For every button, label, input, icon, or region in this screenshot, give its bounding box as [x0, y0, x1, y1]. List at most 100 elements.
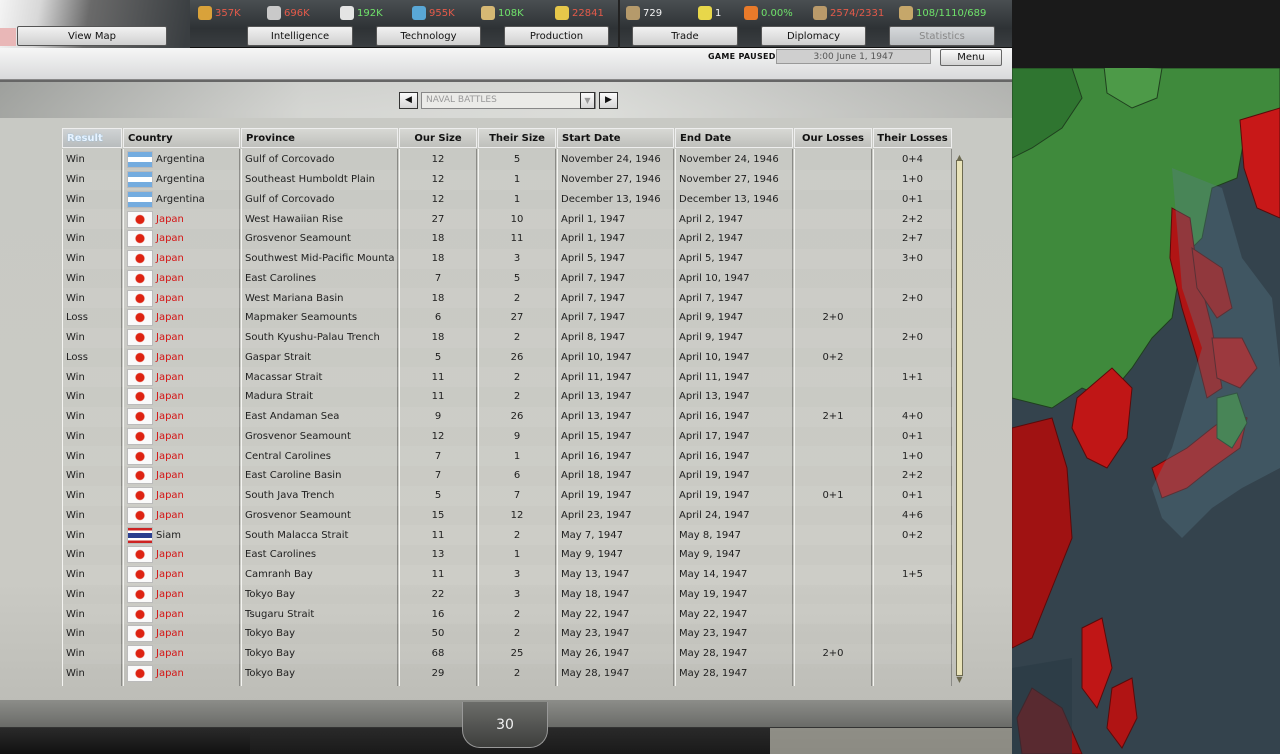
- country-cell: Japan: [127, 269, 238, 289]
- table-cell-start-date: April 13, 1947: [561, 411, 632, 423]
- tab-statistics[interactable]: Statistics: [889, 26, 995, 46]
- table-row[interactable]: Win Japan West Mariana Basin 18 2 April 7, 19…: [62, 288, 953, 308]
- table-row[interactable]: Win Japan Grosvenor Seamount 15 12 April 23, …: [62, 506, 953, 526]
- column-header-our-size[interactable]: Our Size: [399, 128, 477, 148]
- table-row[interactable]: Win Japan Macassar Strait 11 2 April 11, 1947…: [62, 367, 953, 387]
- table-row[interactable]: Win Argentina Southeast Humboldt Plain 12 1 N…: [62, 169, 953, 190]
- table-row[interactable]: Win Japan Tokyo Bay 29 2 May 28, 1947 May 28, …: [62, 664, 953, 684]
- table-row[interactable]: Win Siam South Malacca Strait 11 2 May 7, 194…: [62, 525, 953, 545]
- table-cell-our-losses: [794, 446, 872, 466]
- resource-value: 192K: [357, 7, 383, 19]
- table-cell-result: Win: [66, 490, 85, 502]
- manpower-resource: 729: [626, 4, 662, 22]
- table-cell-end-date: May 28, 1947: [679, 648, 748, 660]
- table-scrollbar[interactable]: ▲ ▼: [953, 152, 966, 684]
- table-cell-their-size: 3: [513, 253, 521, 265]
- next-category-button[interactable]: ▶: [599, 91, 618, 109]
- table-cell-their-losses: 4+6: [901, 509, 924, 521]
- tab-intelligence[interactable]: Intelligence: [247, 26, 353, 46]
- table-cell-start-date: May 9, 1947: [561, 549, 624, 561]
- column-header-country[interactable]: Country: [123, 128, 240, 148]
- table-row[interactable]: Win Japan Grosvenor Seamount 12 9 April 15, 1…: [62, 427, 953, 447]
- table-cell-their-losses: 3+0: [901, 253, 924, 265]
- table-row[interactable]: Win Japan South Kyushu-Palau Trench 18 2 Apri…: [62, 327, 953, 348]
- menu-button[interactable]: Menu: [940, 49, 1002, 66]
- resource-value: 108/1110/689: [916, 7, 987, 19]
- table-cell-end-date: April 10, 1947: [679, 351, 750, 363]
- table-cell-our-size: 11: [431, 391, 445, 403]
- country-cell: Japan: [127, 209, 238, 229]
- table-cell-our-losses: [794, 585, 872, 605]
- table-row[interactable]: Win Argentina Gulf of Corcovado 12 5 November…: [62, 150, 953, 170]
- column-header-start-date[interactable]: Start Date: [557, 128, 674, 148]
- tab-technology[interactable]: Technology: [376, 26, 481, 46]
- table-cell-province: Tokyo Bay: [245, 628, 296, 640]
- table-cell-our-losses: [794, 328, 872, 348]
- country-cell: Japan: [127, 229, 238, 249]
- metal-icon: [267, 6, 281, 20]
- table-row[interactable]: Win Argentina Gulf of Corcovado 12 1 December…: [62, 190, 953, 210]
- nuke-resource: 1: [698, 4, 721, 22]
- table-cell-province: Tokyo Bay: [245, 667, 296, 679]
- table-row[interactable]: Win Japan Tokyo Bay 22 3 May 18, 1947 May 19, …: [62, 585, 953, 605]
- bar-separator: [618, 0, 620, 48]
- table-row[interactable]: Loss Japan Mapmaker Seamounts 6 27 April 7, 1…: [62, 308, 953, 328]
- tab-production[interactable]: Production: [504, 26, 609, 46]
- table-cell-start-date: November 24, 1946: [561, 154, 661, 166]
- metal-resource: 696K: [267, 4, 310, 22]
- table-row[interactable]: Win Japan Grosvenor Seamount 18 11 April 1, 1…: [62, 229, 953, 249]
- transport-resource: 2574/2331: [813, 4, 884, 22]
- dropdown-arrow-button[interactable]: ▼: [580, 91, 595, 109]
- column-header-their-size[interactable]: Their Size: [478, 128, 556, 148]
- tab-trade[interactable]: Trade: [632, 26, 738, 46]
- table-cell-our-size: 11: [431, 569, 445, 581]
- table-cell-their-losses: 1+1: [901, 371, 924, 383]
- table-row[interactable]: Win Japan Southwest Mid-Pacific Mounta 18 3 A…: [62, 248, 953, 269]
- column-header-end-date[interactable]: End Date: [675, 128, 793, 148]
- table-cell-our-size: 12: [431, 154, 445, 166]
- table-row[interactable]: Win Japan Tokyo Bay 68 25 May 26, 1947 May 28,…: [62, 643, 953, 664]
- table-row[interactable]: Win Japan Tokyo Bay 50 2 May 23, 1947 May 23, …: [62, 624, 953, 644]
- table-row[interactable]: Win Japan East Andaman Sea 9 26 April 13, 194…: [62, 406, 953, 427]
- table-row[interactable]: Win Japan Madura Strait 11 2 April 13, 1947 Ap…: [62, 387, 953, 407]
- table-row[interactable]: Win Japan Camranh Bay 11 3 May 13, 1947 May 14…: [62, 564, 953, 585]
- table-cell-our-size: 5: [434, 351, 442, 363]
- world-map[interactable]: [1012, 68, 1280, 754]
- table-cell-result: Win: [66, 371, 85, 383]
- category-dropdown[interactable]: NAVAL BATTLES ▼: [421, 91, 596, 109]
- arrow-right-icon: ▶: [605, 95, 612, 105]
- table-cell-our-size: 50: [431, 628, 445, 640]
- table-row[interactable]: Win Japan Central Carolines 7 1 April 16, 194…: [62, 446, 953, 466]
- table-cell-province: East Carolines: [245, 272, 317, 284]
- table-row[interactable]: Loss Japan Gaspar Strait 5 26 April 10, 1947 A…: [62, 348, 953, 368]
- table-cell-our-losses: [794, 664, 872, 684]
- table-cell-start-date: April 1, 1947: [561, 213, 626, 225]
- previous-category-button[interactable]: ◀: [399, 91, 418, 109]
- table-cell-start-date: April 7, 1947: [561, 272, 626, 284]
- table-cell-our-losses: [794, 427, 872, 447]
- table-cell-their-losses: [873, 644, 952, 664]
- column-header-our-losses[interactable]: Our Losses: [794, 128, 872, 148]
- table-row[interactable]: Win Japan East Caroline Basin 7 6 April 18, 1…: [62, 466, 953, 486]
- table-cell-their-losses: 0+2: [901, 529, 924, 541]
- table-row[interactable]: Win Japan East Carolines 7 5 April 7, 1947 Apr…: [62, 269, 953, 289]
- column-header-province[interactable]: Province: [241, 128, 398, 148]
- table-cell-end-date: December 13, 1946: [679, 193, 779, 205]
- column-header-their-losses[interactable]: Their Losses: [873, 128, 952, 148]
- table-row[interactable]: Win Japan East Carolines 13 1 May 9, 1947 May …: [62, 545, 953, 565]
- country-cell: Japan: [127, 387, 238, 407]
- table-cell-their-size: 7: [513, 490, 521, 502]
- tab-diplomacy[interactable]: Diplomacy: [761, 26, 866, 46]
- table-cell-result: Win: [66, 608, 85, 620]
- scroll-down-icon[interactable]: ▼: [954, 674, 965, 684]
- table-cell-start-date: April 18, 1947: [561, 470, 632, 482]
- table-cell-end-date: May 22, 1947: [679, 608, 748, 620]
- scroll-track[interactable]: [956, 160, 963, 676]
- table-row[interactable]: Win Japan South Java Trench 5 7 April 19, 194…: [62, 485, 953, 506]
- column-header-result[interactable]: Result: [62, 128, 122, 148]
- table-row[interactable]: Win Japan Tsugaru Strait 16 2 May 22, 1947 May…: [62, 604, 953, 624]
- tab-view-map[interactable]: View Map: [17, 26, 167, 46]
- table-row[interactable]: Win Japan West Hawaiian Rise 27 10 April 1, 1…: [62, 209, 953, 229]
- table-cell-their-size: 2: [513, 628, 521, 640]
- table-cell-result: Win: [66, 391, 85, 403]
